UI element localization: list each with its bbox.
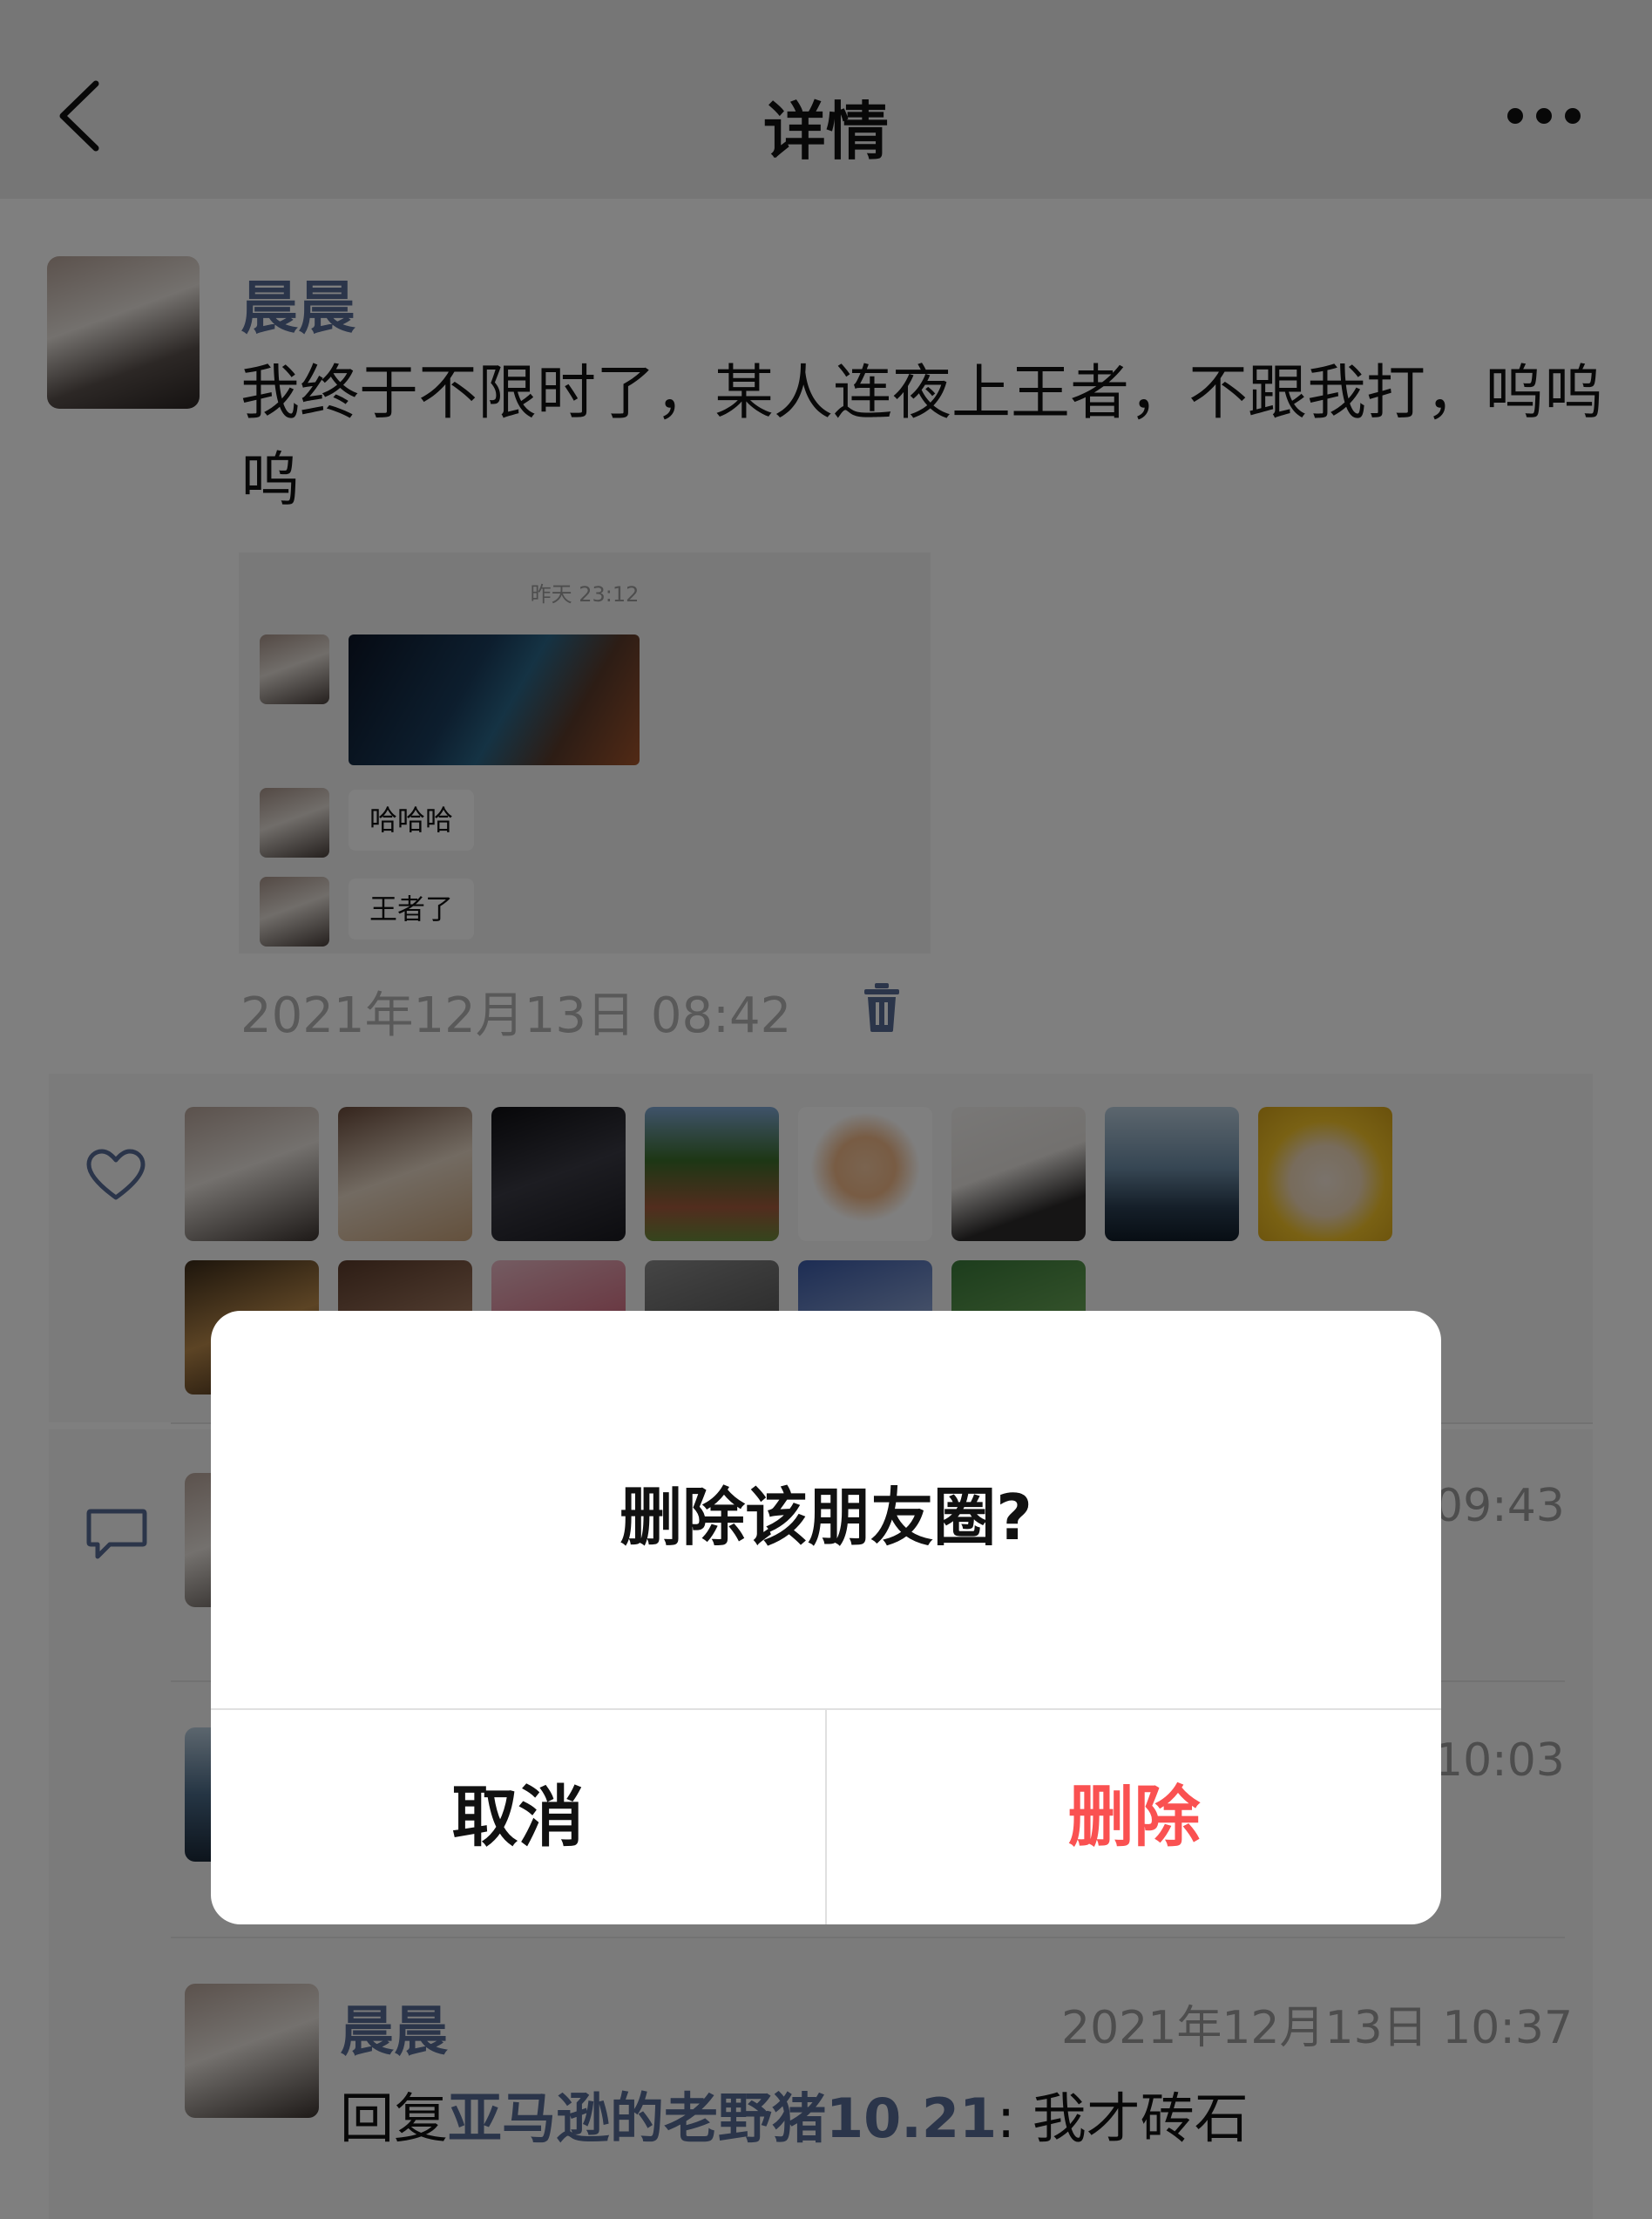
delete-button[interactable]: 删除 [827, 1710, 1441, 1924]
cancel-button[interactable]: 取消 [211, 1710, 825, 1924]
dialog-title: 删除该朋友圈? [620, 1481, 1032, 1554]
delete-confirm-dialog: 删除该朋友圈? 取消 删除 [211, 1311, 1441, 1924]
